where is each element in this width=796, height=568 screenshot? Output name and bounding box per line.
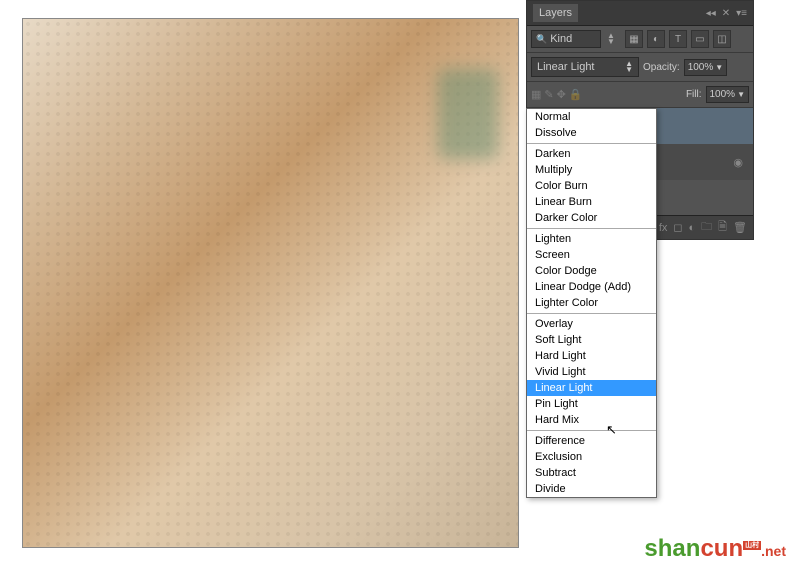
blend-option-linear-dodge-add-[interactable]: Linear Dodge (Add) — [527, 279, 656, 295]
opacity-input[interactable]: 100% ▼ — [684, 59, 728, 76]
blend-option-screen[interactable]: Screen — [527, 247, 656, 263]
blend-option-hard-light[interactable]: Hard Light — [527, 348, 656, 364]
watermark: shancun山村.net — [644, 535, 786, 563]
blend-option-normal[interactable]: Normal — [527, 109, 656, 125]
canvas-artwork — [438, 69, 498, 159]
blend-option-darken[interactable]: Darken — [527, 146, 656, 162]
search-icon: 🔍 — [536, 34, 547, 45]
filter-kind-select[interactable]: 🔍 Kind — [531, 30, 601, 48]
dropdown-arrows-icon: ▲▼ — [625, 61, 633, 73]
blend-option-vivid-light[interactable]: Vivid Light — [527, 364, 656, 380]
document-canvas[interactable] — [22, 18, 519, 548]
filter-adjustment-icon[interactable]: ◐ — [647, 30, 665, 48]
blend-mode-value: Linear Light — [537, 61, 595, 73]
layer-style-icon[interactable]: fx — [659, 222, 668, 234]
blend-option-color-burn[interactable]: Color Burn — [527, 178, 656, 194]
kind-stepper[interactable]: ▲▼ — [605, 33, 617, 45]
kind-label: Kind — [550, 33, 572, 45]
filter-shape-icon[interactable]: ▭ — [691, 30, 709, 48]
blend-option-linear-burn[interactable]: Linear Burn — [527, 194, 656, 210]
panel-menu-icon[interactable]: ▾≡ — [736, 8, 747, 19]
blend-option-multiply[interactable]: Multiply — [527, 162, 656, 178]
new-layer-icon[interactable]: 🗎 — [718, 218, 727, 237]
close-panel-icon[interactable]: ✕ — [722, 8, 730, 19]
lock-transparent-icon[interactable]: ▦ — [531, 88, 541, 101]
filter-type-icon[interactable]: T — [669, 30, 687, 48]
blend-option-exclusion[interactable]: Exclusion — [527, 449, 656, 465]
blend-option-subtract[interactable]: Subtract — [527, 465, 656, 481]
chevron-down-icon: ▼ — [715, 63, 723, 72]
blend-option-lighten[interactable]: Lighten — [527, 231, 656, 247]
blend-option-difference[interactable]: Difference — [527, 433, 656, 449]
chevron-down-icon: ▼ — [737, 90, 745, 99]
blend-option-linear-light[interactable]: Linear Light — [527, 380, 656, 396]
blend-option-hard-mix[interactable]: Hard Mix — [527, 412, 656, 428]
layer-mask-icon[interactable]: ◻ — [673, 221, 682, 234]
fill-input[interactable]: 100% ▼ — [706, 86, 750, 103]
filter-row: 🔍 Kind ▲▼ ▦ ◐ T ▭ ◫ — [527, 26, 753, 53]
lock-image-icon[interactable]: ✎ — [544, 88, 553, 101]
group-icon[interactable]: 🗀 — [701, 218, 712, 237]
effects-icon[interactable]: ◉ — [733, 156, 743, 169]
blend-option-dissolve[interactable]: Dissolve — [527, 125, 656, 141]
opacity-label: Opacity: — [643, 62, 680, 73]
delete-layer-icon[interactable]: 🗑 — [733, 221, 747, 234]
blend-option-overlay[interactable]: Overlay — [527, 316, 656, 332]
blend-mode-select[interactable]: Linear Light ▲▼ — [531, 57, 639, 77]
collapse-icon[interactable]: ◂◂ — [706, 8, 716, 19]
blend-row: Linear Light ▲▼ Opacity: 100% ▼ — [527, 53, 753, 82]
blend-option-color-dodge[interactable]: Color Dodge — [527, 263, 656, 279]
fill-label: Fill: — [686, 89, 702, 100]
layers-tab[interactable]: Layers — [533, 4, 578, 22]
panel-header: Layers ◂◂ ✕ ▾≡ — [527, 1, 753, 26]
blend-option-darker-color[interactable]: Darker Color — [527, 210, 656, 226]
lock-icons: ▦ ✎ ✥ 🔒 — [531, 88, 583, 101]
lock-all-icon[interactable]: 🔒 — [569, 88, 583, 101]
blend-option-lighter-color[interactable]: Lighter Color — [527, 295, 656, 311]
blend-mode-dropdown[interactable]: NormalDissolveDarkenMultiplyColor BurnLi… — [526, 108, 657, 498]
blend-option-soft-light[interactable]: Soft Light — [527, 332, 656, 348]
blend-option-pin-light[interactable]: Pin Light — [527, 396, 656, 412]
filter-pixel-icon[interactable]: ▦ — [625, 30, 643, 48]
blend-option-divide[interactable]: Divide — [527, 481, 656, 497]
lock-position-icon[interactable]: ✥ — [557, 88, 566, 101]
filter-smart-icon[interactable]: ◫ — [713, 30, 731, 48]
fill-row: ▦ ✎ ✥ 🔒 Fill: 100% ▼ — [527, 82, 753, 108]
adjustment-layer-icon[interactable]: ◐ — [689, 222, 696, 234]
